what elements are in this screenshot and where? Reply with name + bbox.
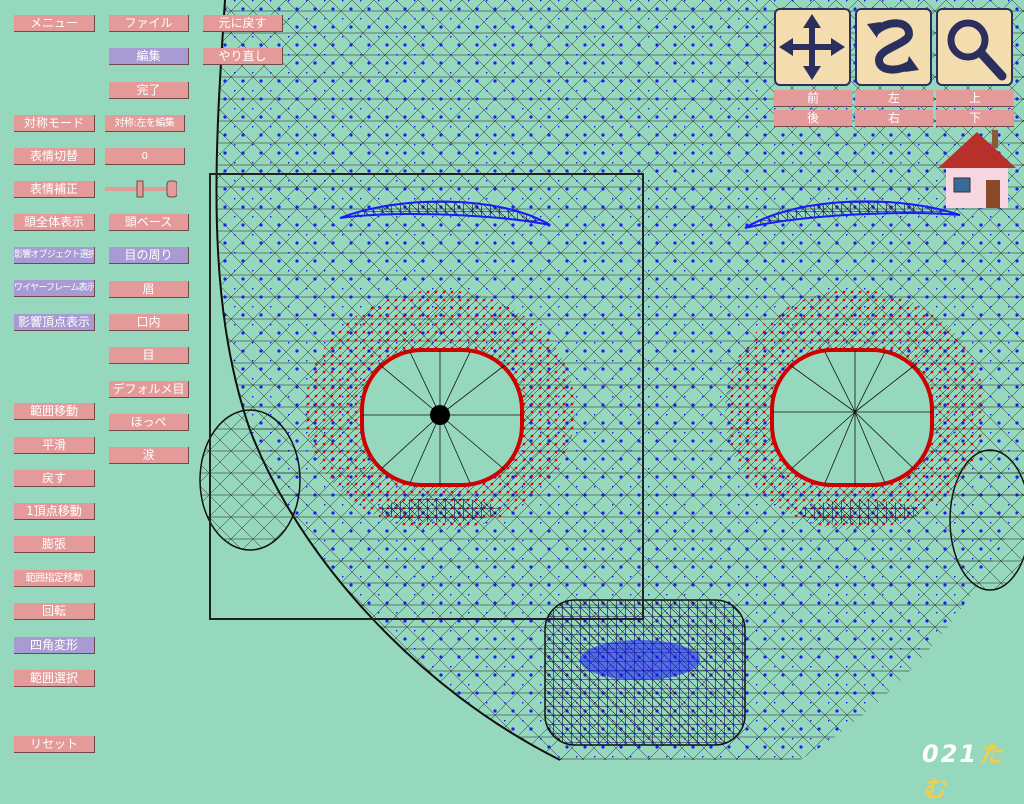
influence-object-select-button[interactable]: 影響オブジェクト選択 <box>14 247 95 264</box>
view-back-button[interactable]: 後 <box>774 110 852 127</box>
logo-text-part1: 021 <box>922 740 979 768</box>
view-down-button[interactable]: 下 <box>936 110 1014 127</box>
right-lower-lash <box>800 500 920 524</box>
expression-switch-button[interactable]: 表情切替 <box>14 148 95 165</box>
reset-button[interactable]: リセット <box>14 736 95 753</box>
menu-button[interactable]: メニュー <box>14 15 95 32</box>
expand-button[interactable]: 膨張 <box>14 536 95 553</box>
range-move-button[interactable]: 範囲移動 <box>14 403 95 420</box>
whole-head-view-button[interactable]: 頭全体表示 <box>14 214 95 231</box>
range-specified-move-button[interactable]: 範囲指定移動 <box>14 570 95 587</box>
done-button[interactable]: 完了 <box>109 82 189 99</box>
symmetry-mode-button[interactable]: 対称モード <box>14 115 95 132</box>
expression-adjust-button[interactable]: 表情補正 <box>14 181 95 198</box>
undo-button[interactable]: 元に戻す <box>203 15 283 32</box>
left-ear <box>199 409 301 551</box>
eyebrow-button[interactable]: 眉 <box>109 281 189 298</box>
wireframe-view-button[interactable]: ワイヤーフレーム表示 <box>14 280 95 297</box>
influence-vertices-view-button[interactable]: 影響頂点表示 <box>14 314 95 331</box>
left-eye <box>360 348 524 487</box>
one-vertex-move-button[interactable]: 1頂点移動 <box>14 503 95 520</box>
zoom-tool-button[interactable] <box>936 8 1013 86</box>
tears-button[interactable]: 涙 <box>109 447 189 464</box>
mouth-center <box>580 640 700 680</box>
view-up-button[interactable]: 上 <box>936 90 1014 107</box>
expression-value-field[interactable]: 0 <box>105 148 185 165</box>
deformed-eye-button[interactable]: デフォルメ目 <box>109 381 189 398</box>
cheek-button[interactable]: ほっぺ <box>109 414 189 431</box>
rotate-tool-button[interactable] <box>855 8 932 86</box>
view-right-button[interactable]: 右 <box>855 110 933 127</box>
edit-button[interactable]: 編集 <box>109 48 189 65</box>
file-button[interactable]: ファイル <box>109 15 189 32</box>
left-lower-lash <box>380 498 500 522</box>
redo-button[interactable]: やり直し <box>203 48 283 65</box>
smooth-button[interactable]: 平滑 <box>14 437 95 454</box>
mouth-inner-button[interactable]: 口内 <box>109 314 189 331</box>
around-eyes-button[interactable]: 目の周り <box>109 247 189 264</box>
symmetry-value-button[interactable]: 対称:左を編集 <box>105 115 185 132</box>
range-select-button[interactable]: 範囲選択 <box>14 670 95 687</box>
app-logo: 021たむ <box>922 734 1024 804</box>
view-front-button[interactable]: 前 <box>774 90 852 107</box>
move-arrows-icon <box>779 14 845 80</box>
revert-button[interactable]: 戻す <box>14 470 95 487</box>
head-base-button[interactable]: 頭ベース <box>109 214 189 231</box>
rotate-button[interactable]: 回転 <box>14 603 95 620</box>
right-eye <box>770 348 934 487</box>
rotate-arrows-icon <box>867 19 919 74</box>
move-tool-button[interactable] <box>774 8 851 86</box>
quad-deform-button[interactable]: 四角変形 <box>14 637 95 654</box>
magnifier-icon <box>947 19 1007 81</box>
view-left-button[interactable]: 左 <box>855 90 933 107</box>
eye-button[interactable]: 目 <box>109 347 189 364</box>
home-icon[interactable] <box>936 130 1018 212</box>
expression-adjust-slider[interactable] <box>105 180 177 198</box>
